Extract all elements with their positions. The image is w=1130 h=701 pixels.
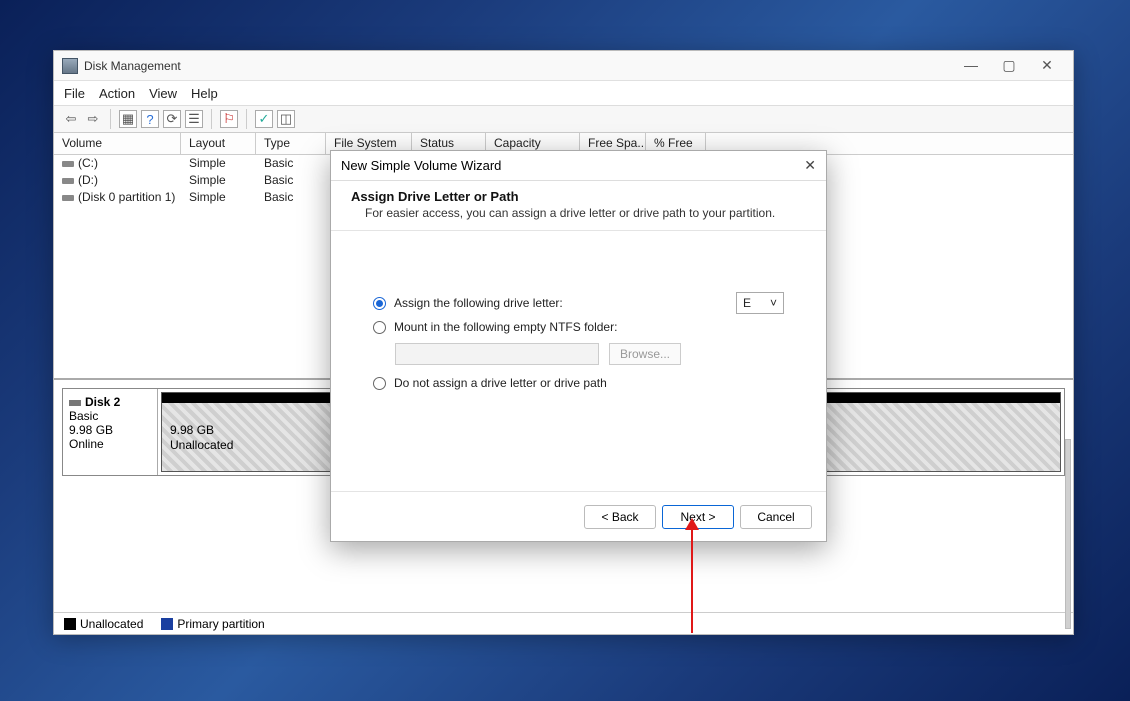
annotation-arrow [691, 528, 693, 633]
volume-name: (D:) [78, 173, 98, 187]
close-button[interactable]: ✕ [1037, 57, 1057, 74]
toolbar-colors-icon[interactable]: ◫ [277, 110, 295, 128]
toolbar-check-icon[interactable]: ✓ [255, 110, 273, 128]
disk-icon [62, 161, 74, 167]
minimize-button[interactable]: — [961, 57, 981, 74]
toolbar-separator [211, 109, 212, 129]
legend-primary: Primary partition [161, 617, 264, 631]
toolbar: ⇦ ⇨ ▦ ? ⟳ ☰ ⚐ ✓ ◫ [54, 105, 1073, 133]
legend-label: Unallocated [80, 617, 143, 631]
radio-unselected-icon[interactable] [373, 321, 386, 334]
mount-folder-row: Browse... [395, 343, 784, 365]
window-controls: — ▢ ✕ [961, 57, 1065, 74]
partition-size: 9.98 GB [170, 423, 233, 438]
legend-label: Primary partition [177, 617, 264, 631]
wizard-heading: Assign Drive Letter or Path [351, 189, 806, 204]
legend-unallocated: Unallocated [64, 617, 143, 631]
option-label: Mount in the following empty NTFS folder… [394, 320, 617, 334]
wizard-title: New Simple Volume Wizard [341, 158, 804, 173]
mount-path-input [395, 343, 599, 365]
browse-button: Browse... [609, 343, 681, 365]
radio-unselected-icon[interactable] [373, 377, 386, 390]
new-simple-volume-wizard: New Simple Volume Wizard ✕ Assign Drive … [330, 150, 827, 542]
option-mount-folder[interactable]: Mount in the following empty NTFS folder… [373, 315, 784, 339]
maximize-button[interactable]: ▢ [999, 57, 1019, 74]
app-icon [62, 58, 78, 74]
toolbar-refresh-icon[interactable]: ⟳ [163, 110, 181, 128]
drive-letter-value: E [743, 296, 751, 310]
back-button[interactable]: < Back [584, 505, 656, 529]
menu-file[interactable]: File [64, 86, 85, 101]
toolbar-separator [110, 109, 111, 129]
scrollbar[interactable] [1065, 439, 1071, 629]
wizard-footer: < Back Next > Cancel [331, 491, 826, 541]
disk-icon [62, 195, 74, 201]
menu-action[interactable]: Action [99, 86, 135, 101]
col-type[interactable]: Type [256, 133, 326, 154]
swatch-blue [161, 618, 173, 630]
volume-layout: Simple [181, 172, 256, 189]
toolbar-grid-icon[interactable]: ▦ [119, 110, 137, 128]
wizard-titlebar: New Simple Volume Wizard ✕ [331, 151, 826, 181]
col-volume[interactable]: Volume [54, 133, 181, 154]
drive-letter-select[interactable]: E ˅ [736, 292, 784, 314]
titlebar: Disk Management — ▢ ✕ [54, 51, 1073, 81]
partition-text: 9.98 GB Unallocated [170, 423, 233, 453]
disk-status: Online [69, 437, 151, 451]
toolbar-help-icon[interactable]: ? [141, 110, 159, 128]
volume-name: (Disk 0 partition 1) [78, 190, 175, 204]
disk-label: Disk 2 Basic 9.98 GB Online [63, 389, 158, 475]
volume-layout: Simple [181, 155, 256, 172]
volume-name: (C:) [78, 156, 98, 170]
disk-icon [62, 178, 74, 184]
window-title: Disk Management [84, 59, 961, 73]
chevron-down-icon: ˅ [770, 296, 777, 310]
wizard-body: Assign the following drive letter: E ˅ M… [331, 231, 826, 491]
legend: Unallocated Primary partition [54, 612, 1073, 634]
menu-view[interactable]: View [149, 86, 177, 101]
swatch-black [64, 618, 76, 630]
cancel-button[interactable]: Cancel [740, 505, 812, 529]
menu-help[interactable]: Help [191, 86, 218, 101]
forward-icon[interactable]: ⇨ [84, 110, 102, 128]
close-icon[interactable]: ✕ [804, 157, 816, 174]
disk-name: Disk 2 [85, 395, 120, 409]
wizard-subheading: For easier access, you can assign a driv… [365, 206, 806, 220]
option-label: Do not assign a drive letter or drive pa… [394, 376, 607, 390]
back-icon[interactable]: ⇦ [62, 110, 80, 128]
disk-size: 9.98 GB [69, 423, 151, 437]
disk-type: Basic [69, 409, 151, 423]
col-layout[interactable]: Layout [181, 133, 256, 154]
volume-layout: Simple [181, 189, 256, 206]
volume-type: Basic [256, 172, 326, 189]
volume-type: Basic [256, 189, 326, 206]
toolbar-separator [246, 109, 247, 129]
wizard-header: Assign Drive Letter or Path For easier a… [331, 181, 826, 231]
radio-selected-icon[interactable] [373, 297, 386, 310]
partition-status: Unallocated [170, 438, 233, 453]
option-no-letter[interactable]: Do not assign a drive letter or drive pa… [373, 371, 784, 395]
toolbar-list-icon[interactable]: ☰ [185, 110, 203, 128]
option-label: Assign the following drive letter: [394, 296, 563, 310]
volume-type: Basic [256, 155, 326, 172]
option-assign-letter[interactable]: Assign the following drive letter: E ˅ [373, 291, 784, 315]
toolbar-flag-icon[interactable]: ⚐ [220, 110, 238, 128]
menubar: File Action View Help [54, 81, 1073, 105]
disk-icon [69, 400, 81, 406]
